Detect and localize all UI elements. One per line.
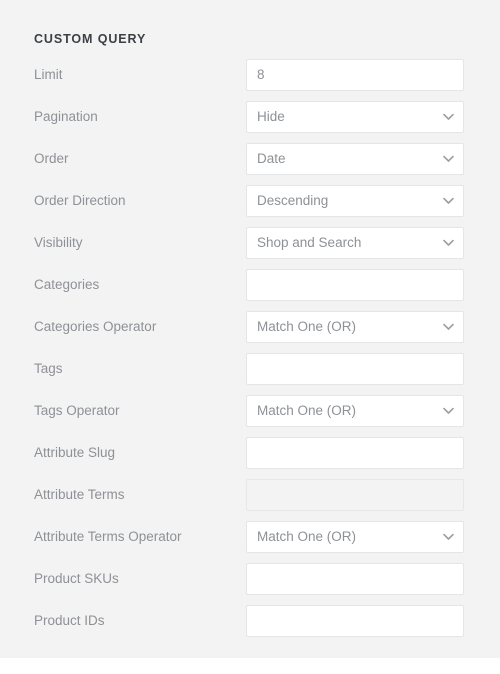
chevron-down-icon (443, 155, 454, 163)
input-product-skus[interactable] (246, 563, 464, 595)
field-value-tags (257, 354, 453, 384)
field-row: Categories (0, 269, 500, 311)
field-value-attribute-terms (257, 480, 453, 510)
input-tags[interactable] (246, 353, 464, 385)
field-value-order: Date (257, 151, 286, 166)
field-row: Product IDs (0, 605, 500, 647)
field-label-categories: Categories (34, 277, 100, 292)
field-row: Order Date (0, 143, 500, 185)
field-value-product-skus (257, 564, 453, 594)
input-attribute-slug[interactable] (246, 437, 464, 469)
input-product-ids[interactable] (246, 605, 464, 637)
field-row: Attribute Terms Operator Match One (OR) (0, 521, 500, 563)
field-label-order-direction: Order Direction (34, 193, 126, 208)
chevron-down-icon (443, 407, 454, 415)
input-attribute-terms (246, 479, 464, 511)
field-value-attribute-terms-operator: Match One (OR) (257, 529, 357, 544)
select-visibility[interactable]: Shop and Search (246, 227, 464, 259)
chevron-down-icon (443, 113, 454, 121)
select-order-direction[interactable]: Descending (246, 185, 464, 217)
field-label-attribute-terms: Attribute Terms (34, 487, 125, 502)
field-label-product-skus: Product SKUs (34, 571, 119, 586)
field-value-pagination: Hide (257, 109, 285, 124)
field-label-tags-operator: Tags Operator (34, 403, 120, 418)
field-value-categories-operator: Match One (OR) (257, 319, 357, 334)
field-row: Attribute Terms (0, 479, 500, 521)
field-label-tags: Tags (34, 361, 63, 376)
select-categories-operator[interactable]: Match One (OR) (246, 311, 464, 343)
field-row: Tags (0, 353, 500, 395)
field-value-visibility: Shop and Search (257, 235, 362, 250)
chevron-down-icon (443, 323, 454, 331)
chevron-down-icon (443, 239, 454, 247)
custom-query-panel: CUSTOM QUERY Limit 8 Pagination Hide Order Da… (0, 0, 500, 658)
field-value-product-ids (257, 606, 453, 636)
field-value-tags-operator: Match One (OR) (257, 403, 357, 418)
select-attribute-terms-operator[interactable]: Match One (OR) (246, 521, 464, 553)
field-value-attribute-slug (257, 438, 453, 468)
select-tags-operator[interactable]: Match One (OR) (246, 395, 464, 427)
field-label-order: Order (34, 151, 69, 166)
field-label-attribute-terms-operator: Attribute Terms Operator (34, 529, 182, 544)
field-row: Tags Operator Match One (OR) (0, 395, 500, 437)
chevron-down-icon (443, 197, 454, 205)
field-row: Order Direction Descending (0, 185, 500, 227)
input-limit[interactable]: 8 (246, 59, 464, 91)
field-row: Product SKUs (0, 563, 500, 605)
field-row: Visibility Shop and Search (0, 227, 500, 269)
field-row: Pagination Hide (0, 101, 500, 143)
field-label-attribute-slug: Attribute Slug (34, 445, 116, 460)
field-row: Attribute Slug (0, 437, 500, 479)
input-categories[interactable] (246, 269, 464, 301)
field-value-limit: 8 (257, 67, 265, 82)
custom-query-field-list: Limit 8 Pagination Hide Order Date Order Direc… (0, 59, 500, 647)
field-row: Categories Operator Match One (OR) (0, 311, 500, 353)
select-pagination[interactable]: Hide (246, 101, 464, 133)
chevron-down-icon (443, 533, 454, 541)
page-title: CUSTOM QUERY (34, 32, 147, 46)
select-order[interactable]: Date (246, 143, 464, 175)
field-row: Limit 8 (0, 59, 500, 101)
field-label-product-ids: Product IDs (34, 613, 105, 628)
field-label-pagination: Pagination (34, 109, 98, 124)
field-label-categories-operator: Categories Operator (34, 319, 157, 334)
field-value-categories (257, 270, 453, 300)
field-label-limit: Limit (34, 67, 63, 82)
field-label-visibility: Visibility (34, 235, 83, 250)
field-value-order-direction: Descending (257, 193, 329, 208)
